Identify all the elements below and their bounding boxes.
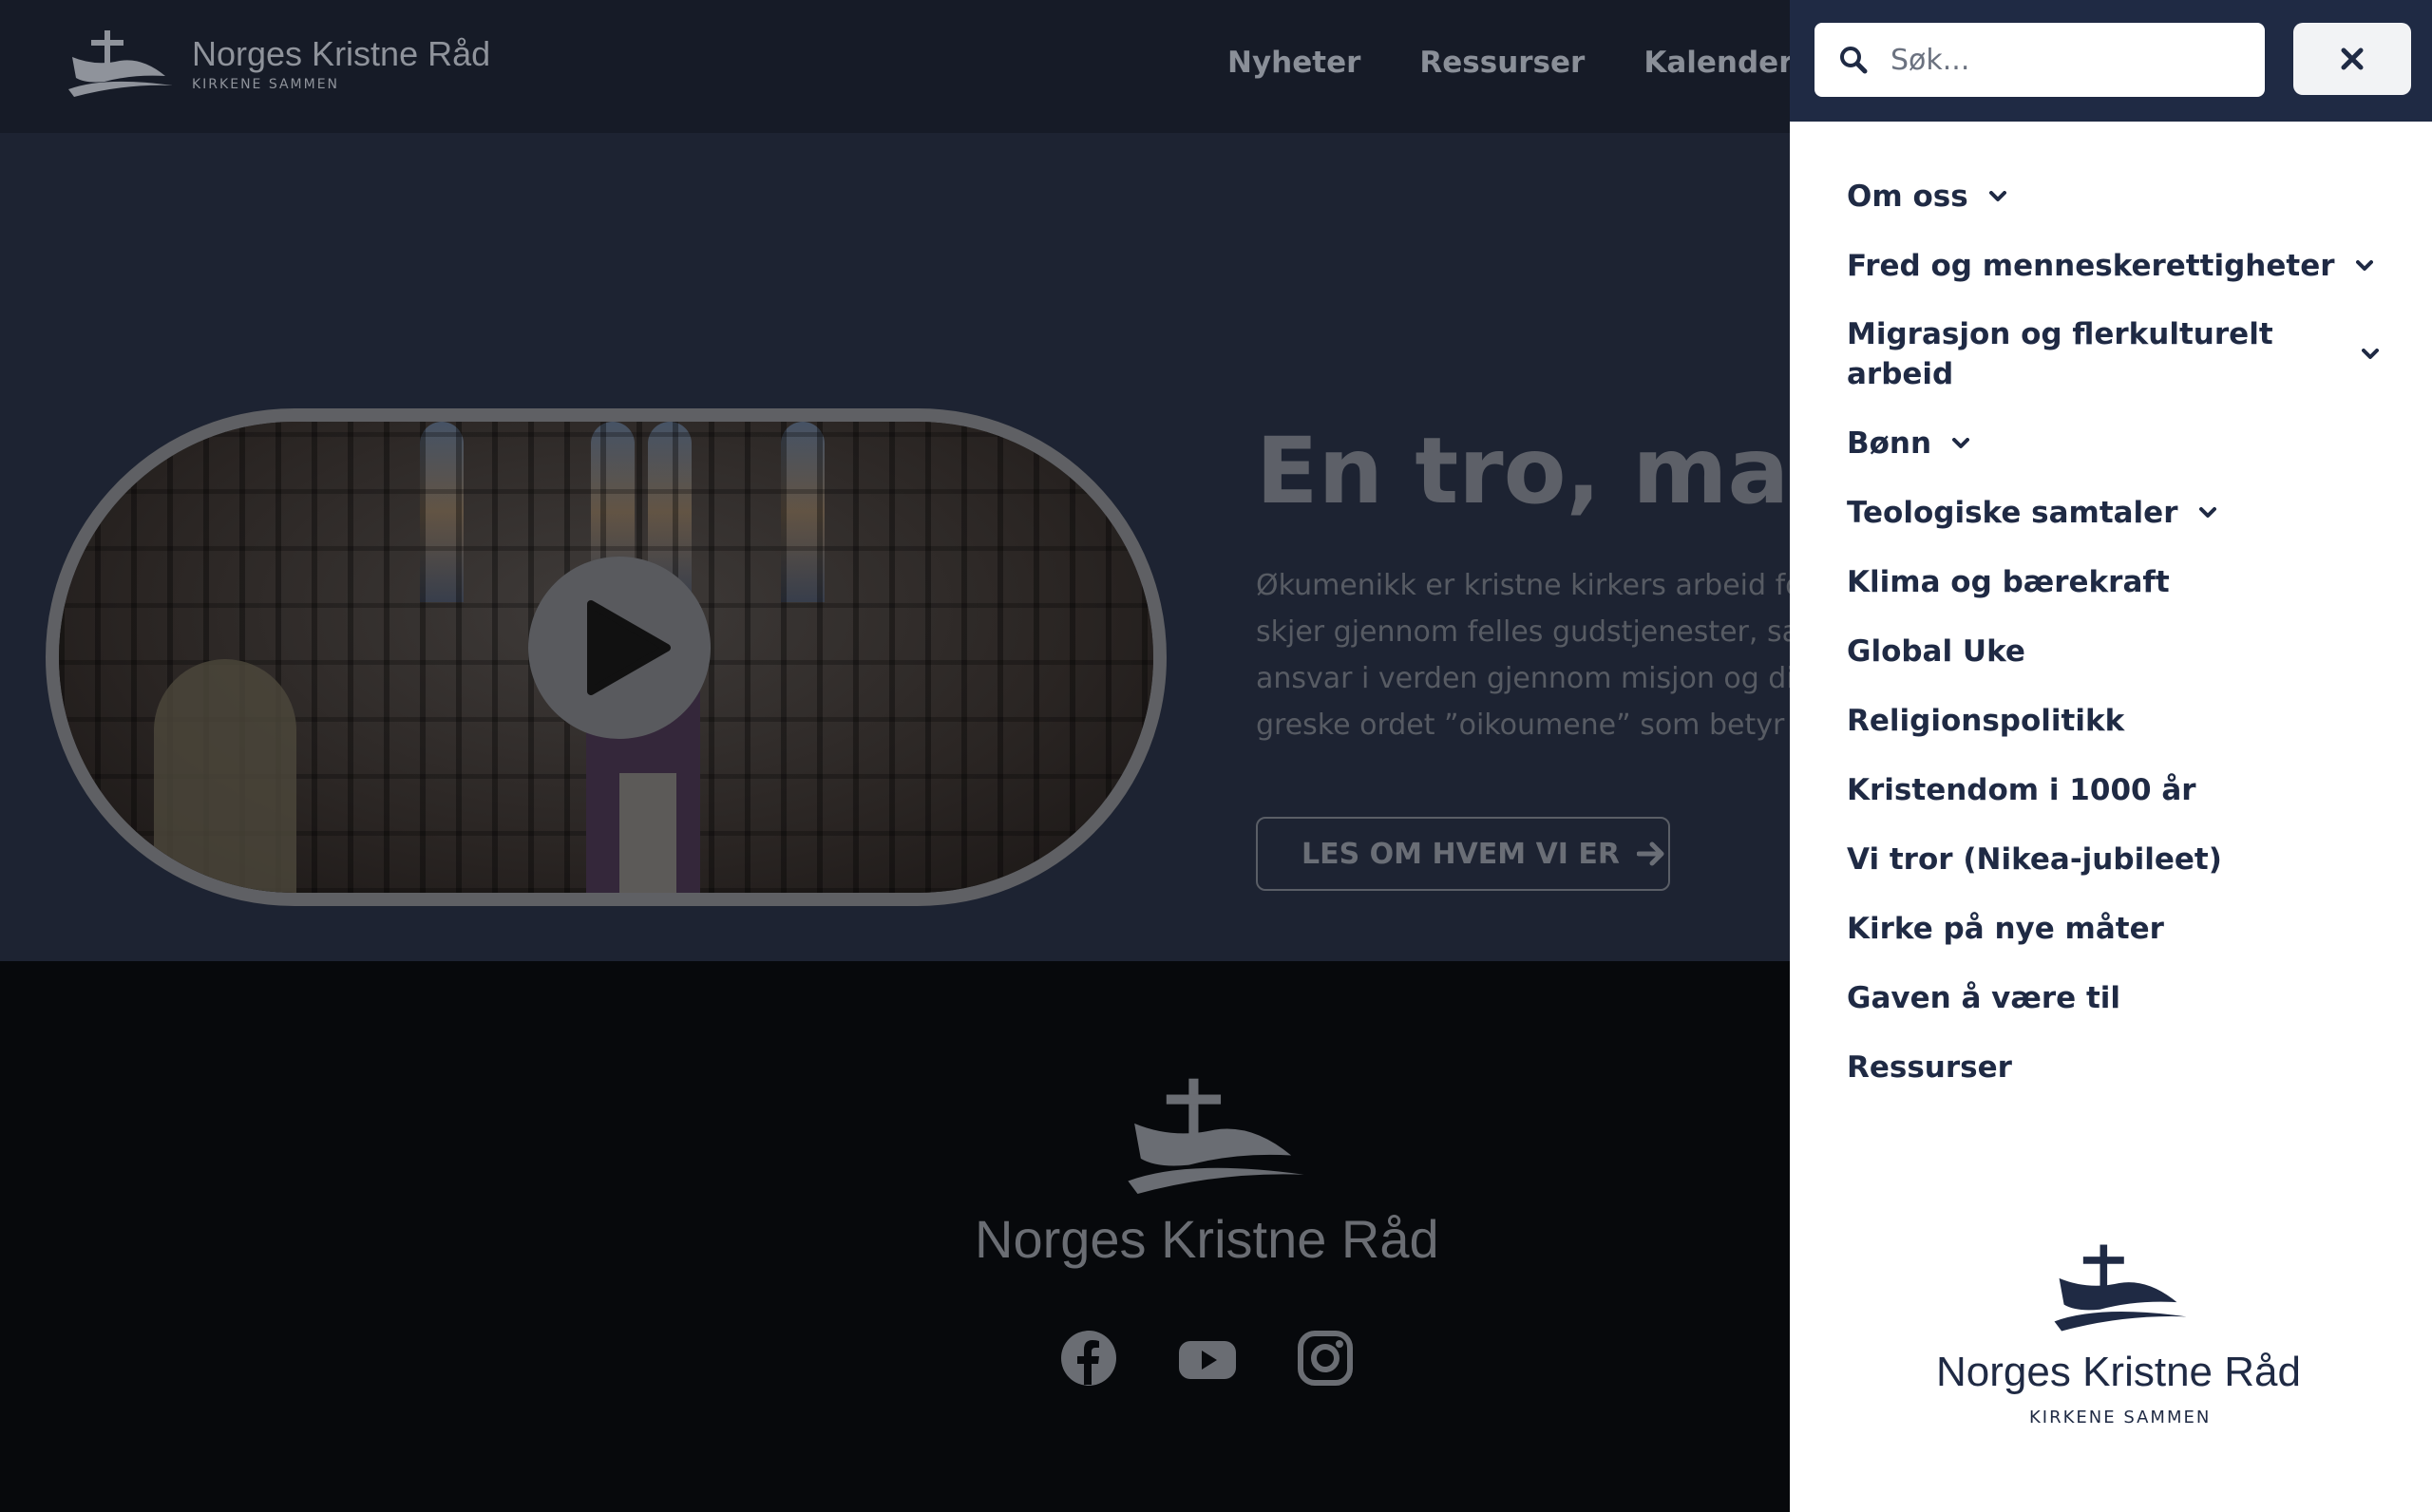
menu-item-gaven[interactable]: Gaven å være til — [1847, 963, 2379, 1032]
instagram-icon[interactable] — [1298, 1330, 1353, 1387]
side-menu-panel: Om oss Fred og menneskerettigheter Migra… — [1790, 0, 2432, 1512]
close-icon — [2341, 47, 2364, 70]
angel-statue — [154, 659, 296, 893]
footer-brand-name: Norges Kristne Råd — [975, 1209, 1439, 1269]
menu-item-label: Gaven å være til — [1847, 980, 2121, 1015]
hero-text-line: greske ordet ”oikoumene” som betyr ”h — [1256, 709, 1827, 742]
hero-text-line: Økumenikk er kristne kirkers arbeid for — [1256, 569, 1814, 602]
logo-title: Norges Kristne Råd — [192, 34, 491, 73]
menu-item-label: Vi tror (Nikea-jubileet) — [1847, 841, 2222, 877]
menu-item-label: Fred og menneskerettigheter — [1847, 248, 2335, 283]
menu-item-ressurser[interactable]: Ressurser — [1847, 1032, 2379, 1102]
search-icon — [1840, 47, 1868, 74]
chevron-down-icon[interactable] — [2355, 259, 2373, 272]
side-menu: Om oss Fred og menneskerettigheter Migra… — [1847, 161, 2379, 1102]
arrow-right-icon — [1637, 841, 1664, 866]
menu-item-kristendom[interactable]: Kristendom i 1000 år — [1847, 755, 2379, 824]
menu-item-label: Kirke på nye måter — [1847, 911, 2164, 946]
boat-cross-logo-icon — [1128, 1078, 1304, 1194]
chevron-down-icon[interactable] — [2198, 506, 2216, 519]
panel-search-bar — [1790, 0, 2432, 122]
site-logo[interactable]: Norges Kristne Råd KIRKENE SAMMEN — [66, 28, 490, 99]
menu-item-label: Religionspolitikk — [1847, 703, 2125, 738]
chevron-down-icon[interactable] — [1952, 437, 1970, 449]
menu-item-vi-tror[interactable]: Vi tror (Nikea-jubileet) — [1847, 824, 2379, 894]
menu-item-fred[interactable]: Fred og menneskerettigheter — [1847, 231, 2379, 300]
menu-item-label: Om oss — [1847, 179, 1968, 214]
menu-item-label: Bønn — [1847, 425, 1932, 461]
play-icon — [587, 600, 671, 695]
search-input[interactable] — [1889, 42, 2253, 78]
logo-tagline: KIRKENE SAMMEN — [192, 77, 340, 92]
search-box[interactable] — [1813, 21, 2267, 99]
menu-item-bonn[interactable]: Bønn — [1847, 408, 2379, 478]
menu-item-migrasjon[interactable]: Migrasjon og flerkulturelt arbeid — [1847, 300, 2379, 408]
menu-item-label: Global Uke — [1847, 633, 2025, 669]
chevron-down-icon[interactable] — [2362, 349, 2379, 360]
logo-text: Norges Kristne Råd KIRKENE SAMMEN — [192, 34, 491, 93]
menu-item-label: Teologiske samtaler — [1847, 495, 2178, 530]
about-us-button[interactable]: LES OM HVEM VI ER — [1256, 817, 1670, 891]
about-us-button-label: LES OM HVEM VI ER — [1302, 837, 1620, 871]
chevron-down-icon[interactable] — [1988, 190, 2006, 202]
hero-text-line: ansvar i verden gjennom misjon og diak — [1256, 662, 1829, 695]
nav-link-nyheter[interactable]: Nyheter — [1227, 46, 1360, 80]
boat-cross-logo-icon — [2054, 1244, 2187, 1332]
menu-item-label: Migrasjon og flerkulturelt arbeid — [1847, 317, 2273, 391]
menu-item-om-oss[interactable]: Om oss — [1847, 161, 2379, 231]
menu-item-teologiske[interactable]: Teologiske samtaler — [1847, 478, 2379, 547]
close-menu-button[interactable] — [2293, 23, 2411, 95]
nav-link-kalender[interactable]: Kalender — [1644, 46, 1793, 80]
priest-robe — [619, 773, 676, 893]
panel-logo-title: Norges Kristne Råd — [1936, 1349, 2301, 1395]
play-button[interactable] — [528, 557, 711, 739]
hero-description: Økumenikk er kristne kirkers arbeid for … — [1256, 562, 1829, 748]
facebook-icon[interactable] — [1060, 1330, 1117, 1387]
youtube-icon[interactable] — [1178, 1330, 1237, 1387]
main-nav: Nyheter Ressurser Kalender — [1227, 46, 1793, 80]
menu-item-global-uke[interactable]: Global Uke — [1847, 616, 2379, 686]
menu-item-kirke-nye-mater[interactable]: Kirke på nye måter — [1847, 894, 2379, 963]
hero-video[interactable] — [46, 408, 1167, 906]
menu-item-religionspolitikk[interactable]: Religionspolitikk — [1847, 686, 2379, 755]
boat-cross-logo-icon — [68, 30, 173, 97]
menu-item-klima[interactable]: Klima og bærekraft — [1847, 547, 2379, 616]
nav-link-ressurser[interactable]: Ressurser — [1419, 46, 1585, 80]
menu-item-label: Ressurser — [1847, 1049, 2012, 1085]
menu-item-label: Kristendom i 1000 år — [1847, 772, 2196, 807]
hero-text-line: skjer gjennom felles gudstjenester, sam — [1256, 615, 1828, 649]
menu-item-label: Klima og bærekraft — [1847, 564, 2170, 599]
panel-logo-tagline: KIRKENE SAMMEN — [2029, 1408, 2212, 1427]
social-links — [1060, 1330, 1353, 1387]
